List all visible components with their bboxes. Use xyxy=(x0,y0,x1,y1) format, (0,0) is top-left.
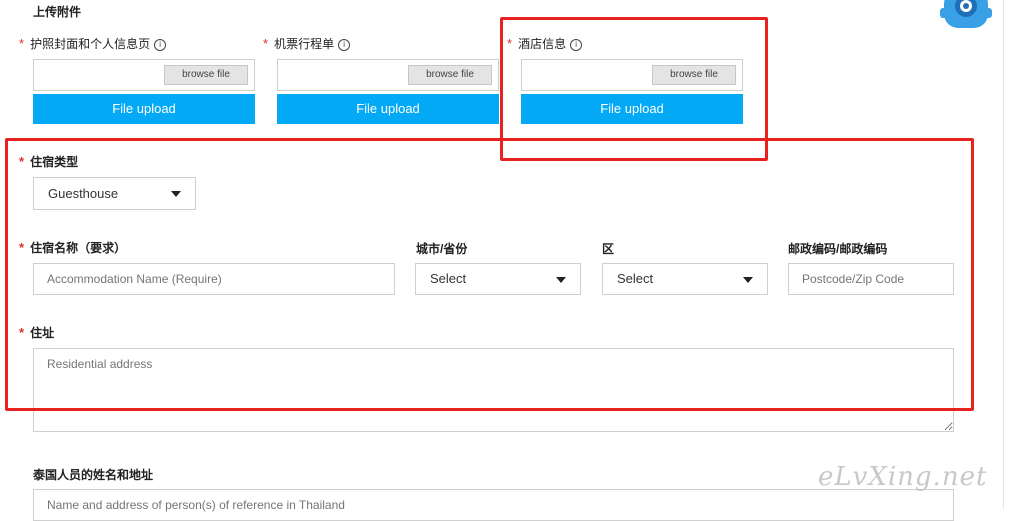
flight-file-field[interactable]: browse file xyxy=(277,59,499,91)
watermark-text: eLvXing.net xyxy=(818,462,988,492)
annotation-highlight-accommodation-section xyxy=(5,138,974,411)
attachments-section-title: 上传附件 xyxy=(33,5,82,19)
required-asterisk: * xyxy=(19,36,25,51)
passport-upload-label: * 护照封面和个人信息页 i xyxy=(19,35,167,52)
info-circle-icon[interactable]: i xyxy=(154,38,167,51)
browse-file-button[interactable]: browse file xyxy=(164,65,248,85)
info-circle-icon[interactable]: i xyxy=(338,38,351,51)
browse-file-button[interactable]: browse file xyxy=(408,65,492,85)
page-edge-divider xyxy=(1003,0,1004,509)
passport-file-upload-button[interactable]: File upload xyxy=(33,94,255,124)
passport-file-field[interactable]: browse file xyxy=(33,59,255,91)
flight-file-upload-button[interactable]: File upload xyxy=(277,94,499,124)
flight-itinerary-upload-label: * 机票行程单 i xyxy=(263,35,351,52)
reference-person-input[interactable] xyxy=(33,489,954,521)
robot-mascot-icon[interactable] xyxy=(938,0,994,32)
required-asterisk: * xyxy=(263,36,269,51)
reference-person-label: 泰国人员的姓名和地址 xyxy=(33,468,154,482)
